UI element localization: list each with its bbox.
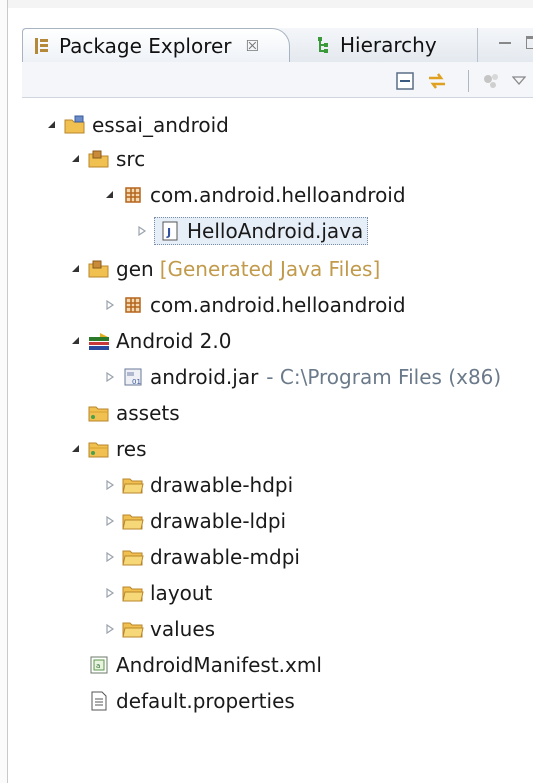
tree-item-project[interactable]: essai_android xyxy=(44,108,229,142)
res-child-label: drawable-hdpi xyxy=(150,473,294,497)
project-folder-icon xyxy=(64,114,86,136)
tree-item-android-jar[interactable]: 01 android.jar - C:\Program Files (x86) xyxy=(102,360,501,394)
jar-icon: 01 xyxy=(122,366,144,388)
gen-package-label: com.android.helloandroid xyxy=(150,293,406,317)
java-file-icon: J xyxy=(159,220,181,242)
folder-icon xyxy=(122,510,144,532)
window-top-edge xyxy=(0,0,533,8)
folder-icon xyxy=(122,474,144,496)
svg-text:a: a xyxy=(96,662,100,670)
tree-item-manifest[interactable]: a AndroidManifest.xml xyxy=(88,648,322,682)
src-label: src xyxy=(116,147,146,171)
collapse-all-icon[interactable] xyxy=(394,70,416,92)
link-with-editor-icon[interactable] xyxy=(426,70,448,92)
res-child-label: drawable-ldpi xyxy=(150,509,287,533)
tab-package-explorer-label: Package Explorer xyxy=(59,33,232,58)
res-child-label: values xyxy=(150,617,216,641)
selection-highlight: J HelloAndroid.java xyxy=(154,217,369,245)
android-lib-label: Android 2.0 xyxy=(116,329,232,353)
res-label: res xyxy=(116,437,147,461)
android-jar-label: android.jar xyxy=(150,365,259,389)
gen-decoration: [Generated Java Files] xyxy=(159,257,381,281)
customize-view-icon[interactable] xyxy=(480,70,502,92)
tree-item-res-child[interactable]: values xyxy=(102,612,215,646)
collapsed-icon[interactable] xyxy=(134,223,150,239)
tree-item-gen-package[interactable]: com.android.helloandroid xyxy=(102,288,406,322)
tab-package-explorer[interactable]: Package Explorer ☒ xyxy=(22,28,290,62)
generated-folder-icon xyxy=(88,258,110,280)
java-file-label: HelloAndroid.java xyxy=(187,219,364,243)
collapsed-icon[interactable] xyxy=(102,477,118,493)
collapsed-icon[interactable] xyxy=(102,513,118,529)
res-child-label: layout xyxy=(150,581,213,605)
library-icon xyxy=(88,330,110,352)
collapsed-icon[interactable] xyxy=(102,621,118,637)
view-toolbar xyxy=(22,62,533,98)
folder-icon xyxy=(122,546,144,568)
expanded-icon[interactable] xyxy=(68,151,84,167)
tree-item-res-child[interactable]: drawable-ldpi xyxy=(102,504,286,538)
collapsed-icon[interactable] xyxy=(102,297,118,313)
collapsed-icon[interactable] xyxy=(102,585,118,601)
tree-item-src[interactable]: src xyxy=(68,142,145,176)
expanded-icon[interactable] xyxy=(102,187,118,203)
tab-hierarchy-label: Hierarchy xyxy=(340,33,437,57)
tree-item-android-library[interactable]: Android 2.0 xyxy=(68,324,232,358)
hierarchy-icon xyxy=(314,36,332,54)
minimize-icon[interactable] xyxy=(499,42,511,54)
svg-text:J: J xyxy=(166,226,171,239)
folder-icon xyxy=(122,582,144,604)
android-jar-path: - C:\Program Files (x86) xyxy=(266,365,502,389)
tree-item-properties[interactable]: default.properties xyxy=(88,684,295,718)
xml-file-icon: a xyxy=(88,654,110,676)
manifest-label: AndroidManifest.xml xyxy=(116,653,322,677)
folder-icon xyxy=(88,402,110,424)
close-icon[interactable]: ☒ xyxy=(246,37,259,55)
collapsed-icon[interactable] xyxy=(102,549,118,565)
view-tab-bar: Package Explorer ☒ Hierarchy xyxy=(22,28,533,62)
package-tree: essai_android src com.android.helloandro… xyxy=(22,104,533,744)
folder-icon xyxy=(88,438,110,460)
tree-item-assets[interactable]: assets xyxy=(88,396,180,430)
folder-icon xyxy=(122,618,144,640)
expanded-icon[interactable] xyxy=(68,441,84,457)
tree-item-res[interactable]: res xyxy=(68,432,147,466)
view-menu-icon[interactable] xyxy=(508,70,530,92)
assets-label: assets xyxy=(116,401,180,425)
toolbar-separator xyxy=(468,70,469,92)
tree-item-package[interactable]: com.android.helloandroid xyxy=(102,178,406,212)
window-left-edge xyxy=(0,0,8,783)
text-file-icon xyxy=(88,690,110,712)
tab-hierarchy[interactable]: Hierarchy xyxy=(292,28,478,62)
tree-item-gen[interactable]: gen [Generated Java Files] xyxy=(68,252,380,286)
res-child-label: drawable-mdpi xyxy=(150,545,300,569)
expanded-icon[interactable] xyxy=(68,261,84,277)
tree-item-res-child[interactable]: drawable-mdpi xyxy=(102,540,300,574)
package-label: com.android.helloandroid xyxy=(150,183,406,207)
tree-item-java-file[interactable]: J HelloAndroid.java xyxy=(134,214,369,248)
maximize-icon[interactable] xyxy=(526,36,533,49)
tree-item-res-child[interactable]: drawable-hdpi xyxy=(102,468,293,502)
package-explorer-icon xyxy=(33,37,51,55)
svg-text:01: 01 xyxy=(132,378,141,386)
tree-item-res-child[interactable]: layout xyxy=(102,576,212,610)
project-label: essai_android xyxy=(92,113,229,137)
expanded-icon[interactable] xyxy=(68,333,84,349)
gen-label: gen xyxy=(116,257,154,281)
source-folder-icon xyxy=(88,148,110,170)
package-icon xyxy=(122,184,144,206)
package-icon xyxy=(122,294,144,316)
expanded-icon[interactable] xyxy=(44,117,60,133)
collapsed-icon[interactable] xyxy=(102,369,118,385)
properties-label: default.properties xyxy=(116,689,295,713)
